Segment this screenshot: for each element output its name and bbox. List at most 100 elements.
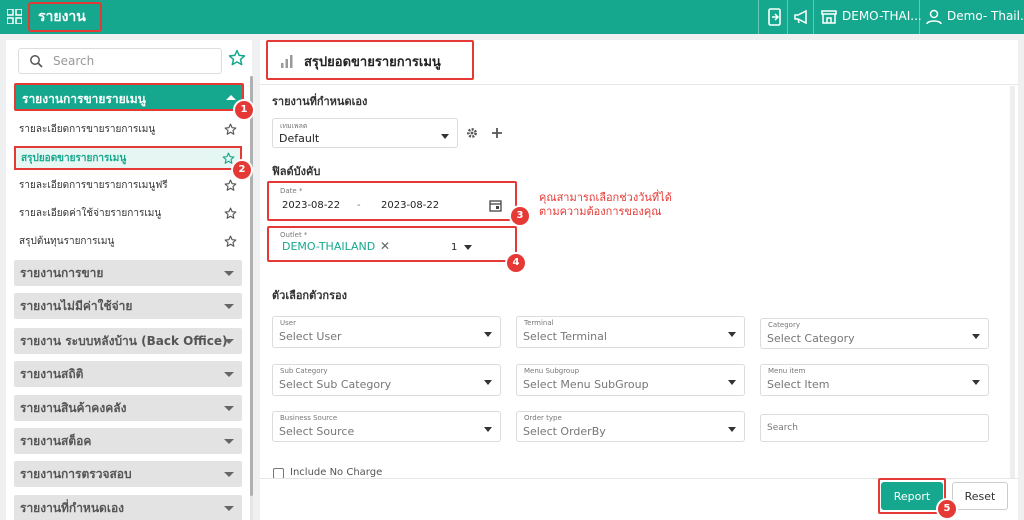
outlet-label: Outlet *: [280, 231, 308, 239]
chevron-down-icon: [728, 332, 736, 337]
sidebar-item-label: สรุปต้นทุนรายการเมนู: [19, 236, 115, 247]
chevron-down-icon: [224, 339, 234, 344]
category-select[interactable]: Category Select Category: [760, 318, 989, 349]
order-type-select[interactable]: Order type Select OrderBy: [516, 411, 745, 442]
field-label: User: [280, 319, 296, 327]
app-title: รายงาน: [28, 2, 102, 32]
sidebar-group-statistics[interactable]: รายงานสถิติ: [14, 361, 242, 387]
sidebar-item-menu-cost-summary[interactable]: สรุปต้นทุนรายการเมนู: [14, 231, 242, 253]
field-label: Terminal: [524, 319, 554, 327]
user-name[interactable]: Demo- Thail...: [947, 9, 1024, 23]
terminal-select[interactable]: Terminal Select Terminal: [516, 316, 745, 348]
sidebar-item-menu-expense-detail[interactable]: รายละเอียดค่าใช้จ่ายรายการเมนู: [14, 203, 242, 225]
date-from[interactable]: 2023-08-22: [282, 200, 340, 211]
user-select[interactable]: User Select User: [272, 316, 501, 348]
chevron-down-icon: [224, 472, 234, 477]
sidebar-search[interactable]: [18, 48, 222, 74]
menu-subgroup-select[interactable]: Menu Subgroup Select Menu SubGroup: [516, 364, 745, 396]
sidebar-group-custom[interactable]: รายงานที่กำหนดเอง: [14, 495, 242, 520]
sidebar-group-no-charge[interactable]: รายงานไม่มีค่าใช้จ่าย: [14, 293, 242, 319]
custom-report-heading: รายงานที่กำหนดเอง: [272, 95, 368, 108]
topbar-divider: [919, 0, 920, 34]
sidebar: รายงานการขายรายเมนู 1 รายละเอียดการขายรา…: [6, 40, 253, 520]
template-value: Default: [279, 132, 320, 145]
menu-item-select[interactable]: Menu item Select Item: [760, 364, 989, 396]
reset-button[interactable]: Reset: [952, 482, 1008, 510]
device-exit-icon[interactable]: [766, 8, 784, 26]
sidebar-group-menu-sales[interactable]: รายงานการขายรายเมนู: [14, 83, 244, 111]
outlet-chip: DEMO-THAILAND: [282, 240, 376, 253]
page-title: สรุปยอดขายรายการเมนู: [304, 55, 441, 70]
sidebar-item-label: รายละเอียดค่าใช้จ่ายรายการเมนู: [19, 208, 162, 219]
field-value: Select User: [279, 330, 342, 343]
star-icon[interactable]: [224, 123, 237, 136]
sidebar-item-menu-sales-detail[interactable]: รายละเอียดการขายรายการเมนู: [14, 119, 242, 141]
top-bar: รายงาน DEMO-THAI... Demo- Thail...: [0, 0, 1024, 34]
sidebar-group-label: รายงานที่กำหนดเอง: [20, 501, 125, 515]
sidebar-item-menu-sales-summary[interactable]: สรุปยอดขายรายการเมนู: [14, 146, 242, 170]
step-badge-1: 1: [235, 101, 253, 119]
date-to[interactable]: 2023-08-22: [381, 200, 439, 211]
sidebar-group-label: รายงานสินค้าคงคลัง: [20, 401, 127, 415]
sidebar-search-input[interactable]: [53, 52, 213, 70]
topbar-divider: [758, 0, 759, 34]
sidebar-scrollbar[interactable]: [250, 76, 253, 496]
sidebar-group-back-office[interactable]: รายงาน ระบบหลังบ้าน (Back Office): [14, 328, 242, 354]
favorites-star-icon[interactable]: [228, 49, 246, 67]
add-icon[interactable]: [490, 126, 504, 140]
sidebar-group-sales[interactable]: รายงานการขาย: [14, 260, 242, 286]
chevron-down-icon: [224, 406, 234, 411]
field-value: Select Sub Category: [279, 378, 392, 391]
step-badge-3: 3: [511, 207, 529, 225]
sub-category-select[interactable]: Sub Category Select Sub Category: [272, 364, 501, 396]
date-range-field[interactable]: Date * 2023-08-22 - 2023-08-22: [272, 184, 508, 217]
star-icon[interactable]: [224, 179, 237, 192]
chevron-down-icon: [972, 334, 980, 339]
calendar-icon[interactable]: [489, 199, 502, 212]
chevron-down-icon[interactable]: [464, 245, 472, 250]
store-name[interactable]: DEMO-THAI...: [842, 9, 922, 23]
filter-search-input[interactable]: Search: [760, 414, 989, 442]
main-scrollbar[interactable]: [1010, 86, 1015, 480]
announcement-icon[interactable]: [793, 8, 811, 26]
sidebar-group-label: รายงานไม่มีค่าใช้จ่าย: [20, 299, 133, 313]
field-value: Select Menu SubGroup: [523, 378, 649, 391]
template-select[interactable]: เทมเพลต Default: [272, 118, 458, 148]
gear-icon[interactable]: [465, 126, 479, 140]
report-button[interactable]: Report: [881, 482, 943, 510]
sidebar-item-label: รายละเอียดการขายรายการเมนู: [19, 124, 156, 135]
include-no-charge-label: Include No Charge: [290, 467, 383, 478]
close-icon[interactable]: ✕: [380, 239, 390, 253]
search-icon: [30, 55, 43, 68]
page-header: สรุปยอดขายรายการเมนู: [266, 40, 474, 80]
business-source-select[interactable]: Business Source Select Source: [272, 411, 501, 442]
sidebar-group-label: รายงานการขาย: [20, 266, 104, 280]
sidebar-group-audit[interactable]: รายงานการตรวจสอบ: [14, 461, 242, 487]
field-value: Select Terminal: [523, 330, 607, 343]
sidebar-group-label: รายงานสถิติ: [20, 367, 84, 381]
date-range-note: คุณสามารถเลือกช่วงวันที่ได้ ตามความต้องก…: [539, 191, 689, 219]
sidebar-item-label: รายละเอียดการขายรายการเมนูฟรี: [19, 180, 168, 191]
sidebar-group-inventory[interactable]: รายงานสินค้าคงคลัง: [14, 395, 242, 421]
chevron-down-icon: [224, 439, 234, 444]
star-icon[interactable]: [224, 235, 237, 248]
field-label: Order type: [524, 414, 562, 422]
star-icon[interactable]: [222, 152, 235, 165]
topbar-divider: [813, 0, 814, 34]
sidebar-group-label: รายงานสต็อค: [20, 434, 92, 448]
field-label: Sub Category: [280, 367, 328, 375]
apps-grid-icon[interactable]: [7, 9, 22, 24]
sidebar-item-free-menu-detail[interactable]: รายละเอียดการขายรายการเมนูฟรี: [14, 175, 242, 197]
chevron-down-icon: [484, 380, 492, 385]
field-value: Select Source: [279, 425, 355, 438]
chevron-down-icon: [441, 134, 449, 139]
field-label: Category: [768, 321, 800, 329]
date-label: Date *: [280, 187, 303, 195]
note-line-1: คุณสามารถเลือกช่วงวันที่ได้: [539, 191, 672, 204]
field-value: Select Item: [767, 378, 830, 391]
star-icon[interactable]: [224, 207, 237, 220]
sidebar-item-label: สรุปยอดขายรายการเมนู: [21, 153, 127, 164]
sidebar-group-stock[interactable]: รายงานสต็อค: [14, 428, 242, 454]
field-value: Select OrderBy: [523, 425, 606, 438]
required-fields-heading: ฟิลด์บังคับ: [272, 165, 321, 178]
